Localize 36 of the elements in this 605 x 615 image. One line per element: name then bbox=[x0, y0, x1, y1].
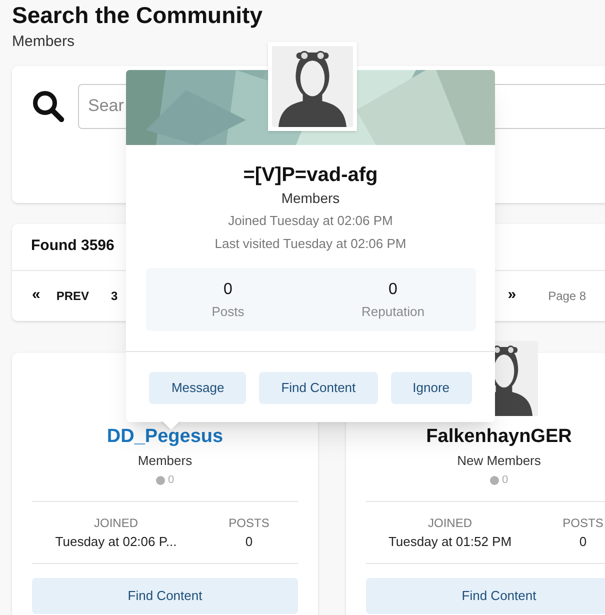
next-link[interactable]: » bbox=[508, 284, 516, 307]
stat-value: 0 bbox=[388, 280, 398, 300]
first-page-link[interactable]: « bbox=[32, 284, 40, 307]
popover-group: Members bbox=[281, 188, 340, 209]
popover-button[interactable]: Message bbox=[149, 372, 246, 404]
joined-label: JOINED bbox=[428, 514, 472, 532]
joined-date: Tuesday at 02:06 P... bbox=[55, 532, 177, 551]
prev-link[interactable]: PREV bbox=[56, 286, 90, 304]
results-heading: Found 3596 bbox=[31, 236, 114, 256]
reputation-count: 0 bbox=[168, 473, 174, 488]
page-info: Page 8 bbox=[548, 288, 586, 304]
page-link[interactable]: 3 bbox=[111, 286, 118, 304]
joined-date: Tuesday at 01:52 PM bbox=[388, 532, 512, 551]
posts-label: POSTS bbox=[562, 514, 604, 532]
posts-label: POSTS bbox=[228, 514, 270, 532]
posts-count: 0 bbox=[579, 532, 587, 550]
popover-button[interactable]: Ignore bbox=[390, 372, 472, 404]
popover-name: =[V]P=vad-afg bbox=[243, 163, 378, 187]
member-name[interactable]: DD_Pegesus bbox=[106, 424, 224, 448]
avatar-icon bbox=[272, 46, 353, 127]
joined-label: JOINED bbox=[94, 514, 138, 532]
stat-label: Reputation bbox=[362, 302, 424, 321]
last-visited-text: Last visited Tuesday at 02:06 PM bbox=[214, 234, 406, 253]
joined-text: Joined Tuesday at 02:06 PM bbox=[228, 212, 393, 230]
page-title: Search the Community bbox=[12, 1, 264, 29]
member-group: Members bbox=[138, 450, 192, 470]
stat-value: 0 bbox=[224, 280, 232, 300]
posts-count: 0 bbox=[245, 532, 253, 550]
page-subtitle: Members bbox=[12, 32, 76, 52]
find-content-button[interactable]: Find Content bbox=[366, 578, 605, 614]
member-group: New Members bbox=[457, 450, 541, 470]
member-name[interactable]: FalkenhaynGER bbox=[426, 424, 572, 448]
popover-button[interactable]: Find Content bbox=[259, 372, 378, 404]
stat-label: Posts bbox=[212, 302, 244, 321]
reputation-count: 0 bbox=[502, 473, 508, 488]
find-content-button[interactable]: Find Content bbox=[32, 578, 298, 614]
